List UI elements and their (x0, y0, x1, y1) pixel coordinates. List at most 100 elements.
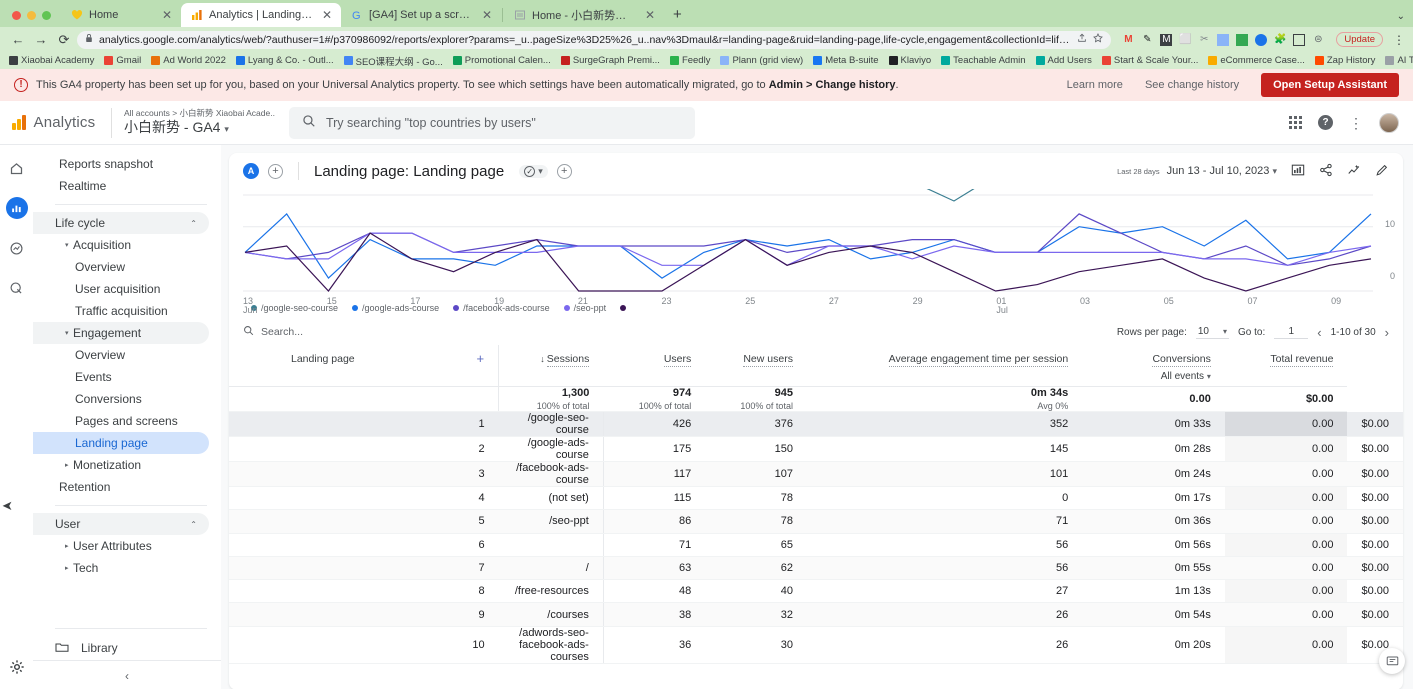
bookmark-item[interactable]: eCommerce Case... (1205, 55, 1307, 66)
browser-tab-1[interactable]: Home ✕ (61, 3, 181, 27)
ext-camera-icon[interactable]: ⬜ (1179, 34, 1191, 46)
minimize-window-button[interactable] (27, 11, 36, 20)
browser-menu-icon[interactable]: ⋮ (1390, 33, 1405, 47)
ext-gmail-icon[interactable]: M (1122, 34, 1134, 46)
sidebar-item-tech[interactable]: ▸Tech (33, 557, 209, 579)
ext-blue-icon[interactable] (1255, 34, 1267, 46)
table-row[interactable]: 6 71 65 56 0m 56s 0.00 $0.00 (229, 533, 1403, 556)
trend-chart[interactable]: 1315171921232527290103050709JunJul 10 0 (243, 189, 1373, 299)
goto-input[interactable]: 1 (1274, 326, 1308, 339)
table-row[interactable]: 5 /seo-ppt 86 78 71 0m 36s 0.00 $0.00 (229, 510, 1403, 533)
more-vertical-icon[interactable]: ⋮ (1349, 118, 1363, 128)
sidebar-item-user-attributes[interactable]: ▸User Attributes (33, 535, 209, 557)
table-search[interactable]: Search... (243, 325, 303, 339)
row-landing-page[interactable]: (not set) (499, 487, 604, 510)
apps-grid-icon[interactable] (1289, 116, 1302, 129)
sidebar-item-realtime[interactable]: Realtime (33, 175, 209, 197)
table-row[interactable]: 1 /google-seo-course 426 376 352 0m 33s … (229, 412, 1403, 437)
bookmark-item[interactable]: SurgeGraph Premi... (558, 55, 663, 66)
admin-gear-icon[interactable] (6, 656, 28, 678)
close-window-button[interactable] (12, 11, 21, 20)
table-row[interactable]: 7 / 63 62 56 0m 55s 0.00 $0.00 (229, 556, 1403, 579)
col-users[interactable]: Users (603, 345, 705, 387)
chevron-up-icon[interactable]: ⌃ (190, 219, 197, 228)
edit-icon[interactable] (1375, 163, 1389, 180)
global-search-box[interactable]: Try searching "top countries by users" (289, 107, 695, 139)
ext-highlighter-icon[interactable]: ✎ (1141, 34, 1153, 46)
ext-puzzle-icon[interactable]: 🧩 (1274, 34, 1286, 46)
dimension-status-pill[interactable]: ✓ ▾ (519, 165, 548, 178)
tab-close-icon[interactable]: ✕ (643, 9, 657, 21)
extension-icons[interactable]: M ✎ M ⬜ ✂ 🧩 ⊜ Update ⋮ (1114, 32, 1405, 47)
window-controls[interactable] (6, 11, 61, 27)
learn-more-link[interactable]: Learn more (1067, 79, 1123, 91)
row-landing-page[interactable]: / (499, 556, 604, 579)
col-conversions[interactable]: Conversions All events ▾ (1082, 345, 1225, 387)
bookmark-item[interactable]: Zap History (1312, 55, 1379, 66)
maximize-window-button[interactable] (42, 11, 51, 20)
home-icon[interactable] (6, 157, 28, 179)
tab-close-icon[interactable]: ✕ (160, 9, 174, 21)
update-button[interactable]: Update (1336, 32, 1383, 47)
table-row[interactable]: 10 /adwords-seo-facebook-ads-courses 36 … (229, 626, 1403, 663)
explore-icon[interactable] (6, 237, 28, 259)
expand-caret-right-icon[interactable]: ▸ (65, 564, 69, 572)
add-dimension-icon[interactable]: + (557, 164, 572, 179)
table-row[interactable]: 8 /free-resources 48 40 27 1m 13s 0.00 $… (229, 580, 1403, 603)
bookmark-item[interactable]: Start & Scale Your... (1099, 55, 1202, 66)
row-landing-page[interactable] (499, 533, 604, 556)
col-avg-engagement[interactable]: Average engagement time per session (807, 345, 1082, 387)
advertising-icon[interactable] (6, 277, 28, 299)
collapse-nav-button[interactable]: ‹ (33, 660, 221, 689)
feedback-icon[interactable] (1379, 648, 1405, 674)
add-comparison-icon[interactable]: + (268, 164, 283, 179)
sidebar-item-events[interactable]: Events (33, 366, 209, 388)
see-change-history-link[interactable]: See change history (1145, 79, 1239, 91)
bookmark-item[interactable]: AI Tools (1382, 55, 1413, 66)
table-row[interactable]: 9 /courses 38 32 26 0m 54s 0.00 $0.00 (229, 603, 1403, 626)
analytics-logo[interactable]: Analytics (6, 114, 111, 131)
row-landing-page[interactable]: /courses (499, 603, 604, 626)
browser-tab-2[interactable]: Analytics | Landing page: Land ✕ (181, 3, 341, 27)
tab-close-icon[interactable]: ✕ (320, 9, 334, 21)
bookmark-item[interactable]: Feedly (667, 55, 714, 66)
new-tab-button[interactable]: + (664, 6, 691, 27)
chevron-down-icon[interactable]: ▾ (1223, 327, 1227, 336)
ext-m-icon[interactable]: M (1160, 34, 1172, 46)
browser-tab-3[interactable]: G [GA4] Set up a scroll conversi ✕ (341, 3, 501, 27)
table-row[interactable]: 4 (not set) 115 78 0 0m 17s 0.00 $0.00 (229, 487, 1403, 510)
ext-link-icon[interactable]: ⊜ (1312, 34, 1324, 46)
row-landing-page[interactable]: /adwords-seo-facebook-ads-courses (499, 626, 604, 663)
chevron-down-icon[interactable]: ▾ (538, 166, 543, 177)
audience-badge[interactable]: A (243, 163, 259, 179)
table-row[interactable]: 2 /google-ads-course 175 150 145 0m 28s … (229, 437, 1403, 462)
star-icon[interactable] (1093, 33, 1103, 46)
chevron-down-icon[interactable]: ▾ (1207, 372, 1211, 381)
ext-sidepanel-icon[interactable] (1293, 34, 1305, 46)
bookmark-item[interactable]: Plann (grid view) (717, 55, 806, 66)
tab-list-chevron-icon[interactable]: ⌄ (1397, 11, 1405, 22)
expand-caret-down-icon[interactable]: ▾ (65, 329, 69, 337)
browser-tab-4[interactable]: Home - 小白新势学院 ✕ (504, 3, 664, 27)
open-setup-assistant-button[interactable]: Open Setup Assistant (1261, 73, 1399, 97)
bookmark-item[interactable]: Gmail (101, 55, 144, 66)
sidebar-item-acquisition[interactable]: ▾Acquisition (33, 234, 209, 256)
bookmark-item[interactable]: Ad World 2022 (148, 55, 229, 66)
sidebar-item-overview[interactable]: Overview (33, 256, 209, 278)
url-bar[interactable]: analytics.google.com/analytics/web/?auth… (77, 31, 1111, 49)
bookmark-item[interactable]: Lyang & Co. - Outl... (233, 55, 337, 66)
sidebar-item-retention[interactable]: Retention (33, 476, 209, 498)
row-landing-page[interactable]: /seo-ppt (499, 510, 604, 533)
tab-close-icon[interactable]: ✕ (480, 9, 494, 21)
expand-caret-right-icon[interactable]: ▸ (65, 542, 69, 550)
row-landing-page[interactable]: /free-resources (499, 580, 604, 603)
next-page-icon[interactable]: › (1385, 325, 1389, 340)
sidebar-item-pages-and-screens[interactable]: Pages and screens (33, 410, 209, 432)
sidebar-item-user-acquisition[interactable]: User acquisition (33, 278, 209, 300)
date-range-selector[interactable]: Last 28 days Jun 13 - Jul 10, 2023 ▾ (1117, 165, 1277, 177)
sidebar-item-traffic-acquisition[interactable]: Traffic acquisition (33, 300, 209, 322)
sidebar-item-overview[interactable]: Overview (33, 344, 209, 366)
col-new-users[interactable]: New users (705, 345, 807, 387)
sidebar-item-reports-snapshot[interactable]: Reports snapshot (33, 153, 209, 175)
bookmark-item[interactable]: Teachable Admin (938, 55, 1028, 66)
